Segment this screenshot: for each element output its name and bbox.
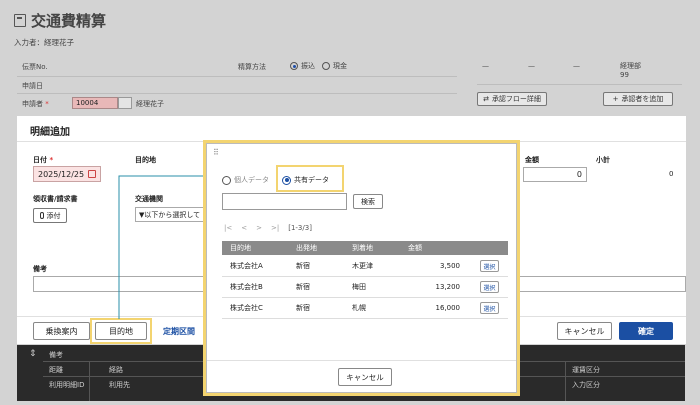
from-cell: 新宿 (296, 283, 310, 291)
entrant-info: 入力者：経理花子 (14, 38, 74, 47)
subtotal-value: 0 (669, 170, 674, 178)
radio-shared-option[interactable]: 共有データ (282, 175, 329, 185)
plus-icon: + (612, 95, 619, 103)
transfer-guide-button[interactable]: 乗換案内 (33, 322, 90, 340)
pager: |< < > >| [1-3/3] (224, 224, 312, 232)
applicant-name: 経理花子 (136, 100, 164, 108)
approval-col-2: — (528, 62, 535, 70)
radio-personal-option[interactable]: 個人データ (222, 175, 269, 185)
grid-cell: 運賃区分 (572, 366, 600, 374)
search-icon[interactable] (118, 97, 132, 109)
approval-dept: 経理部 (620, 62, 641, 70)
transport-select[interactable]: ▼以下から選択して (135, 207, 209, 222)
radio-cash[interactable] (322, 62, 330, 70)
destination-picker-popup: ⠿ 個人データ 共有データ 検索 |< < > >| [1-3/3] 目的地 出… (206, 143, 517, 393)
divider (89, 361, 90, 401)
select-button[interactable]: 選択 (480, 302, 499, 314)
flow-icon: ⇄ (483, 95, 489, 103)
divider (207, 360, 516, 361)
approval-dept-num: 99 (620, 71, 629, 79)
radio-shared[interactable] (282, 175, 291, 185)
radio-transfer[interactable] (290, 62, 298, 70)
table-row[interactable]: 株式会社A 新宿 木更津 3,500 選択 (222, 256, 508, 277)
approval-col-1: — (482, 62, 489, 70)
modal-title: 明細追加 (30, 127, 70, 138)
calculator-icon (14, 14, 26, 27)
grid-cell: 利用明細ID (49, 381, 85, 389)
column-header: 出発地 (296, 244, 317, 252)
amount-cell: 13,200 (435, 283, 461, 291)
transport-label: 交通機関 (135, 195, 163, 203)
from-cell: 新宿 (296, 262, 310, 270)
applicant-code-input[interactable]: 10004 (72, 97, 118, 109)
remarks-label: 備考 (33, 265, 47, 273)
to-cell: 木更津 (352, 262, 373, 270)
grid-cell: 入力区分 (572, 381, 600, 389)
prev-page-button[interactable]: < (241, 224, 247, 232)
paperclip-icon (39, 212, 44, 219)
to-cell: 梅田 (352, 283, 366, 291)
cancel-button[interactable]: キャンセル (557, 322, 612, 340)
divider (477, 84, 682, 85)
first-page-button[interactable]: |< (224, 224, 232, 232)
drag-handle-icon[interactable]: ⠿ (213, 148, 219, 157)
destination-cell: 株式会社B (230, 283, 263, 291)
page-title: 交通費精算 (14, 10, 106, 31)
apply-date-label: 申請日 (22, 82, 43, 90)
applicant-label: 申請者 * (22, 100, 49, 108)
settle-method-radios: 振込 現金 (290, 61, 347, 71)
last-page-button[interactable]: >| (271, 224, 279, 232)
subtotal-label: 小計 (596, 156, 610, 164)
search-button[interactable]: 検索 (353, 194, 383, 209)
table-header: 目的地 出発地 到着地 金額 (222, 241, 508, 255)
receipt-label: 領収書/請求書 (33, 195, 78, 203)
divider (565, 361, 566, 401)
date-label: 日付 * (33, 156, 54, 164)
confirm-button[interactable]: 確定 (619, 322, 673, 340)
divider (17, 93, 457, 94)
destination-cell: 株式会社A (230, 262, 263, 270)
column-header: 目的地 (230, 244, 251, 252)
page-range: [1-3/3] (288, 224, 312, 232)
calendar-icon[interactable] (88, 170, 96, 178)
next-page-button[interactable]: > (256, 224, 262, 232)
amount-label: 金額 (525, 156, 539, 164)
destination-cell: 株式会社C (230, 304, 263, 312)
to-cell: 札幌 (352, 304, 366, 312)
column-header: 金額 (408, 244, 422, 252)
from-cell: 新宿 (296, 304, 310, 312)
expand-icon[interactable]: ⇕ (29, 349, 37, 359)
date-input[interactable]: 2025/12/25 (33, 166, 101, 182)
divider (17, 76, 457, 77)
add-approver-button[interactable]: + 承認者を追加 (603, 92, 673, 106)
fixed-section-link[interactable]: 定期区間 (163, 326, 195, 337)
amount-cell: 3,500 (439, 262, 460, 270)
grid-cell: 経路 (109, 366, 123, 374)
popup-cancel-button[interactable]: キャンセル (338, 368, 392, 386)
grid-cell: 利用先 (109, 381, 130, 389)
radio-personal[interactable] (222, 175, 231, 185)
approval-col-3: — (573, 62, 580, 70)
table-row[interactable]: 株式会社B 新宿 梅田 13,200 選択 (222, 277, 508, 298)
amount-input[interactable]: 0 (523, 167, 587, 182)
table-row[interactable]: 株式会社C 新宿 札幌 16,000 選択 (222, 298, 508, 319)
destination-button[interactable]: 目的地 (95, 322, 147, 340)
select-button[interactable]: 選択 (480, 281, 499, 293)
approval-flow-button[interactable]: ⇄ 承認フロー詳細 (477, 92, 547, 106)
attach-button[interactable]: 添付 (33, 208, 67, 223)
column-header: 到着地 (352, 244, 373, 252)
settle-method-label: 精算方法 (238, 63, 266, 71)
grid-cell: 距離 (49, 366, 63, 374)
voucher-no-label: 伝票No. (22, 63, 48, 71)
amount-cell: 16,000 (435, 304, 461, 312)
search-input[interactable] (222, 193, 347, 210)
grid-row-label: 備考 (49, 351, 63, 359)
destination-label: 目的地 (135, 156, 156, 164)
select-button[interactable]: 選択 (480, 260, 499, 272)
